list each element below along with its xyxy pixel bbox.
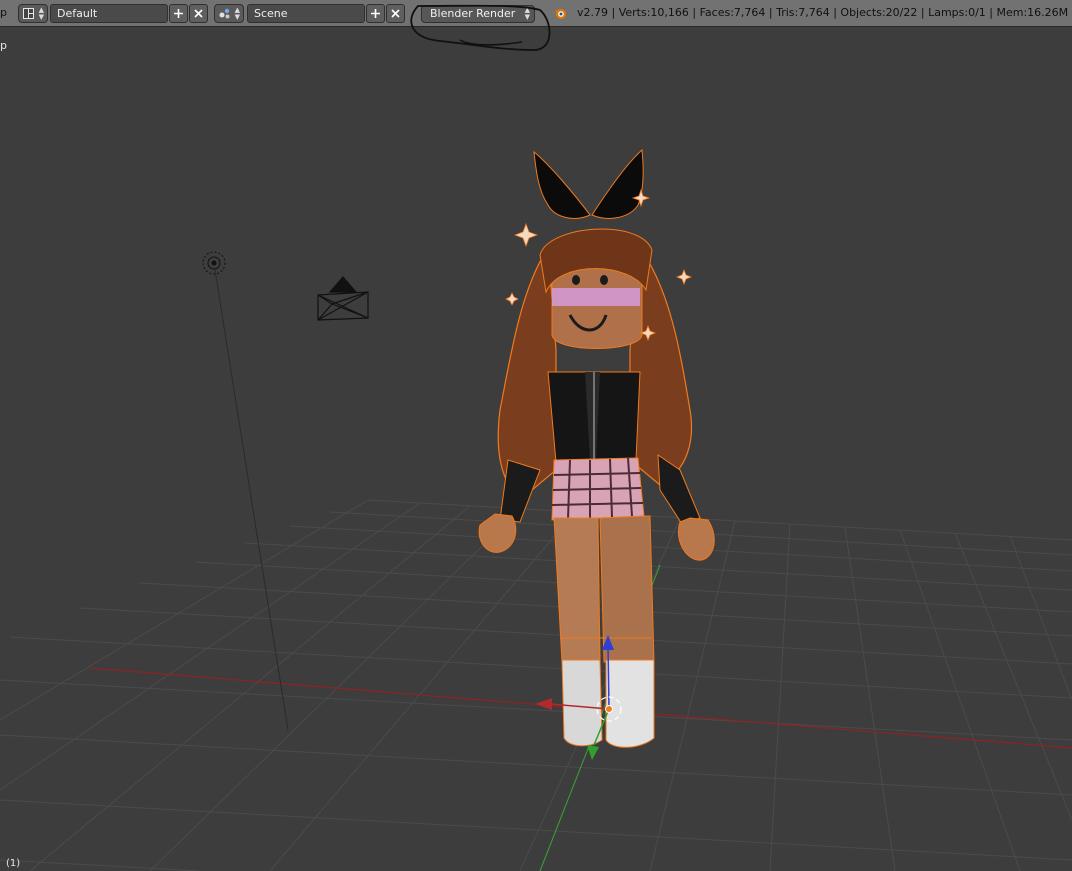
character-model[interactable]: [478, 148, 715, 748]
x-icon: [391, 9, 400, 18]
screen-layout-icon: [23, 8, 34, 19]
remove-scene-button[interactable]: [386, 4, 405, 23]
3d-viewport[interactable]: p: [0, 27, 1072, 871]
x-icon: [194, 9, 203, 18]
screen-layout-field[interactable]: Default: [50, 4, 168, 23]
render-engine-label: Blender Render: [430, 7, 516, 20]
render-engine-dropdown[interactable]: Blender Render ▲ ▼: [421, 5, 535, 23]
scene-selector[interactable]: ▲ ▼: [214, 4, 244, 23]
add-scene-button[interactable]: [366, 4, 385, 23]
remove-layout-button[interactable]: [189, 4, 208, 23]
plus-icon: [174, 9, 183, 18]
header-truncated-label: p: [0, 6, 7, 19]
camera-object[interactable]: [317, 276, 369, 321]
scene-icon: [219, 8, 230, 19]
viewport-corner-label: p: [0, 39, 7, 52]
screen-layout-selector[interactable]: ▲ ▼: [18, 4, 48, 23]
frame-number: (1): [6, 858, 21, 869]
scene-statistics: v2.79 | Verts:10,166 | Faces:7,764 | Tri…: [577, 6, 1069, 19]
blender-logo-icon: [554, 9, 566, 19]
plus-icon: [371, 9, 380, 18]
floor-grid: [0, 499, 1072, 871]
scene-field[interactable]: Scene: [247, 4, 365, 23]
lamp-object[interactable]: [202, 251, 289, 731]
add-layout-button[interactable]: [169, 4, 188, 23]
chevron-updown-icon: ▲ ▼: [38, 6, 44, 21]
chevron-updown-icon: ▲ ▼: [234, 6, 240, 21]
header-bar: p ▲ ▼ Default ▲ ▼ Scene Blender Render ▲ ▼: [0, 0, 1072, 27]
viewport-canvas[interactable]: [0, 27, 1072, 871]
chevron-updown-icon: ▲ ▼: [524, 6, 530, 21]
